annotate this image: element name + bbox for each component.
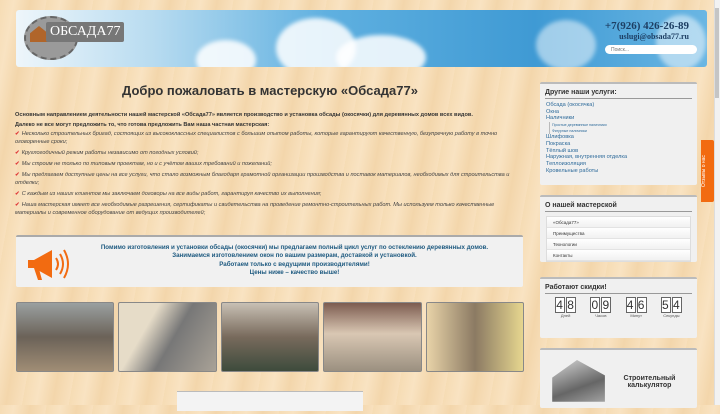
service-link[interactable]: Покраска [546,141,697,148]
service-link[interactable]: Тёплый шов [546,148,697,155]
check-icon: ✔ [15,202,20,208]
timer-digits: 46 [625,297,647,313]
service-link[interactable]: Окна [546,109,697,116]
timer-unit: 5 4 Секунды [660,297,682,318]
promo-line: Работаем только с ведущими производителя… [219,260,370,268]
page-title: Добро пожаловать в мастерскую «Обсада77» [122,83,418,98]
search-input[interactable] [605,45,697,54]
check-icon: ✔ [15,172,20,178]
feedback-tab[interactable]: Отзывы о нас [701,140,714,202]
timer-label: Дней [560,313,571,318]
scrollbar[interactable] [714,0,720,405]
list-item: ✔ С каждым из наших клиентов мы заключаем… [15,191,322,197]
gallery-photo[interactable] [16,302,115,372]
service-link[interactable]: Теплоизоляция [546,161,697,168]
check-icon: ✔ [15,161,20,167]
calculator-widget[interactable]: Строительный калькулятор [540,348,697,408]
list-item: ✔ Мы предлагаем доступные цены на все усл… [15,172,510,186]
check-icon: ✔ [15,191,20,197]
about-menu-item[interactable]: «Обсада77» [547,217,690,228]
gallery-photo[interactable] [220,302,320,372]
about-widget: О нашей мастерской «Обсада77» Преимущест… [540,195,697,262]
service-link[interactable]: Обсада (окосячка) [546,102,697,109]
discount-widget: Работают скидки! 4 8 Дней 0 9 Часов 4 6 Минут 5 4 С… [540,277,697,338]
timer-digit: 5 [660,297,671,313]
timer-label: Минут [630,313,642,318]
advantages-list: ✔ Несколько строительных бригад, состоящи… [15,130,525,217]
timer-unit: 4 6 Минут [625,297,647,318]
timer-digits: 54 [660,297,682,313]
phone-number: +7(926) 426-26-89 [604,20,689,32]
timer-digit: 4 [671,297,682,313]
timer-label: Секунды [663,313,680,318]
gallery-photo[interactable] [118,302,217,372]
megaphone-icon [28,249,69,280]
widget-title: О нашей мастерской [545,202,692,212]
house-drawing-icon[interactable] [552,360,605,402]
logo-text[interactable]: ОБСАДА77 [46,22,125,42]
timer-digit: 4 [555,297,566,313]
timer-digit: 9 [601,297,612,313]
about-menu-item[interactable]: Технологии [547,239,690,250]
gallery-photo[interactable] [323,302,422,372]
service-link[interactable]: Шлифовка [546,134,697,141]
email-address[interactable]: uslugi@obsada77.ru [605,32,689,41]
timer-digit: 4 [625,297,636,313]
list-item: ✔ Несколько строительных бригад, состоящи… [15,131,498,145]
widget-title: Работают скидки! [545,284,692,294]
timer-unit: 0 9 Часов [590,297,612,318]
timer-label: Часов [595,313,607,318]
intro-paragraph: Основным направлением деятельности нашей… [15,112,473,118]
timer-digit: 0 [590,297,601,313]
about-menu-item[interactable]: Контакты [547,250,690,261]
about-menu-item[interactable]: Преимущества [547,228,690,239]
promo-line: Занимаемся изготовлением окон по вашим р… [172,252,417,260]
service-link[interactable]: Наружная, внутренняя отделка [546,154,697,161]
promo-line: Помимо изготовления и установки обсады (… [100,244,489,251]
photo-gallery [16,302,525,372]
scrollbar-thumb[interactable] [715,8,719,98]
check-icon: ✔ [15,131,20,137]
service-link[interactable]: Кровельные работы [546,168,697,175]
timer-unit: 4 8 Дней [555,297,577,318]
site-header: ОБСАДА77 +7(926) 426-26-89 uslugi@obsada… [16,10,707,67]
list-item: ✔ Наша мастерская имеет все необходимые р… [15,202,495,216]
content-box [177,391,363,411]
list-item: ✔ Круглогодичный режим работы независимо … [15,150,199,156]
timer-digits: 09 [590,297,612,313]
services-widget: Другие наши услуги: Обсада (окосячка) Ок… [540,82,697,185]
service-link[interactable]: Наличники [546,115,697,122]
list-item: ✔ Мы строим не только по типовым проектам… [15,161,272,167]
promo-box: Помимо изготовления и установки обсады (… [16,235,523,287]
widget-title: Другие наши услуги: [545,89,692,99]
timer-digit: 6 [636,297,647,313]
gallery-photo[interactable] [425,302,525,372]
intro-section: Основным направлением деятельности нашей… [15,110,525,220]
timer-digits: 48 [555,297,577,313]
calculator-link[interactable]: Строительный калькулятор [608,375,691,389]
intro-paragraph: Далеко не все могут предложить то, что г… [15,122,270,128]
promo-line: Цены ниже – качество выше! [249,268,340,276]
timer-digit: 8 [566,297,577,313]
check-icon: ✔ [15,150,20,156]
countdown-timer: 4 8 Дней 0 9 Часов 4 6 Минут 5 4 Секунды [540,297,697,318]
